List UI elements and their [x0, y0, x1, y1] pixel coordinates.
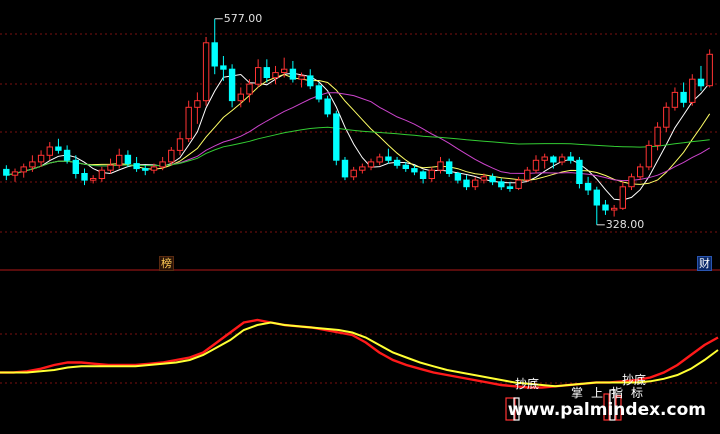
- candle-body: [697, 78, 705, 87]
- low-price-label: 328.00: [605, 217, 645, 231]
- candle-body: [367, 161, 375, 168]
- candle-body: [307, 75, 314, 87]
- candle-body: [550, 156, 557, 163]
- candle-body: [567, 156, 574, 161]
- candle-body: [150, 166, 158, 171]
- candlestick-series: [3, 18, 713, 226]
- signal-label-brand: 掌上指标: [571, 386, 652, 400]
- rank-tag[interactable]: 榜: [159, 256, 174, 271]
- candle-body: [463, 179, 470, 188]
- candle-body: [72, 159, 79, 175]
- candle-body: [11, 171, 19, 176]
- candle-body: [211, 42, 218, 67]
- candle-body: [454, 173, 462, 181]
- candle-body: [46, 146, 53, 156]
- candle-body: [116, 154, 123, 166]
- candle-body: [289, 68, 297, 80]
- candle-body: [202, 42, 210, 102]
- candle-body: [637, 166, 644, 178]
- candle-body: [393, 159, 401, 166]
- kline-chart: [0, 18, 720, 421]
- candle-body: [246, 83, 253, 95]
- candle-body: [159, 161, 166, 168]
- candle-body: [663, 106, 670, 128]
- candle-body: [107, 164, 114, 171]
- candle-body: [437, 161, 444, 171]
- finance-tag[interactable]: 财: [697, 256, 712, 271]
- candle-body: [98, 169, 106, 179]
- signal-label-bottom-2: 抄底: [622, 373, 647, 387]
- candle-body: [220, 65, 227, 70]
- candle-body: [263, 67, 271, 78]
- candle-body: [81, 173, 88, 181]
- candle-body: [498, 181, 505, 188]
- candle-body: [419, 171, 427, 179]
- candle-body: [576, 159, 583, 185]
- candle-body: [489, 176, 496, 183]
- candle-body: [298, 75, 305, 80]
- indicator-panel: [0, 318, 719, 389]
- candle-body: [645, 144, 653, 168]
- candle-body: [619, 186, 626, 209]
- watermark: www.palmindex.com: [507, 400, 706, 420]
- candle-body: [185, 106, 192, 140]
- indicator-yellow-line: [0, 321, 719, 388]
- candle-body: [255, 67, 262, 85]
- candle-body: [55, 146, 62, 151]
- candle-body: [411, 168, 418, 173]
- candle-body: [558, 156, 566, 163]
- candle-body: [524, 169, 531, 181]
- candle-body: [385, 156, 392, 161]
- candle-body: [671, 91, 679, 108]
- candle-body: [402, 164, 410, 169]
- candle-body: [584, 182, 592, 191]
- candle-body: [654, 126, 661, 146]
- candle-body: [480, 176, 488, 181]
- candle-body: [333, 113, 340, 161]
- candle-body: [133, 163, 140, 170]
- candle-body: [272, 72, 279, 79]
- indicator-red-line: [0, 318, 719, 389]
- candle-body: [324, 98, 331, 115]
- signal-label-bottom-1: 抄底: [515, 377, 540, 391]
- ma-line-ma5: [6, 72, 711, 201]
- candle-body: [611, 207, 618, 211]
- candle-body: [359, 166, 366, 171]
- candle-body: [628, 176, 635, 188]
- candle-body: [341, 159, 349, 178]
- candle-body: [506, 186, 514, 190]
- candle-body: [63, 149, 71, 161]
- candle-body: [515, 179, 522, 189]
- candle-body: [3, 168, 10, 176]
- candle-body: [593, 189, 600, 206]
- high-price-label: 577.00: [223, 11, 263, 25]
- candle-body: [194, 100, 201, 108]
- candle-body: [446, 161, 453, 174]
- candle-body: [228, 68, 236, 102]
- candle-body: [532, 159, 540, 171]
- candle-body: [689, 78, 696, 103]
- moving-average-lines: [6, 72, 711, 201]
- candle-body: [281, 68, 288, 73]
- candle-body: [472, 179, 479, 188]
- candle-body: [142, 168, 149, 171]
- candle-body: [376, 156, 383, 163]
- candle-body: [428, 169, 436, 179]
- candle-body: [602, 204, 609, 211]
- candle-body: [315, 85, 323, 100]
- candle-body: [176, 138, 184, 151]
- candle-body: [237, 93, 245, 102]
- candle-body: [124, 154, 132, 165]
- candle-body: [20, 166, 27, 173]
- candle-body: [680, 91, 687, 103]
- candle-body: [29, 161, 36, 168]
- candle-body: [90, 178, 97, 181]
- candle-body: [706, 53, 713, 87]
- candle-body: [168, 149, 175, 163]
- candle-body: [37, 154, 45, 163]
- candle-body: [541, 156, 548, 161]
- candle-body: [350, 169, 357, 178]
